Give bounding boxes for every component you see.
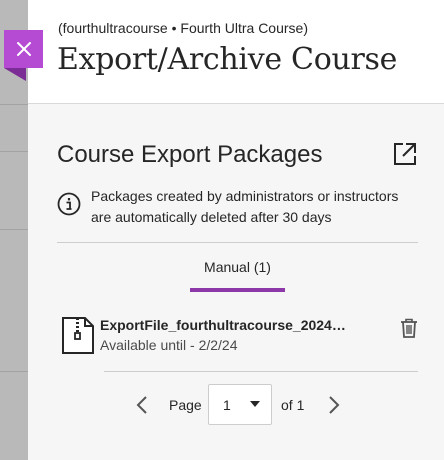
chevron-right-icon[interactable]: [326, 394, 342, 416]
divider: [104, 371, 418, 372]
close-panel-button[interactable]: [4, 30, 43, 68]
section-title: Course Export Packages: [57, 141, 323, 168]
file-availability: Available until - 2/2/24: [100, 337, 238, 353]
chevron-left-icon[interactable]: [134, 394, 150, 416]
caret-down-icon: [250, 401, 260, 407]
tab-label: Manual (1): [204, 259, 271, 275]
external-link-icon[interactable]: [392, 141, 418, 167]
divider: [57, 242, 418, 243]
auto-delete-notice: Packages created by administrators or in…: [91, 188, 399, 225]
trash-icon[interactable]: [400, 318, 418, 338]
info-icon: [57, 192, 81, 216]
page-label: Page: [169, 397, 202, 413]
page-count-label: of 1: [281, 397, 305, 413]
zip-file-icon: [62, 317, 94, 354]
background-divider: [0, 371, 28, 372]
course-breadcrumb: (fourthultracourse • Fourth Ultra Course…: [58, 20, 308, 36]
page-number-select[interactable]: 1: [208, 384, 272, 425]
export-file-link[interactable]: ExportFile_fourthultracourse_2024…: [100, 317, 346, 333]
page-title: Export/Archive Course: [57, 42, 398, 77]
background-divider: [0, 229, 28, 230]
close-button-tab: [4, 68, 26, 81]
current-page-value: 1: [223, 397, 231, 413]
tab-selected-indicator: [190, 288, 285, 292]
tab-manual[interactable]: Manual (1): [190, 256, 285, 292]
background-divider: [0, 151, 28, 152]
background-divider: [0, 104, 28, 105]
close-icon: [16, 42, 31, 56]
